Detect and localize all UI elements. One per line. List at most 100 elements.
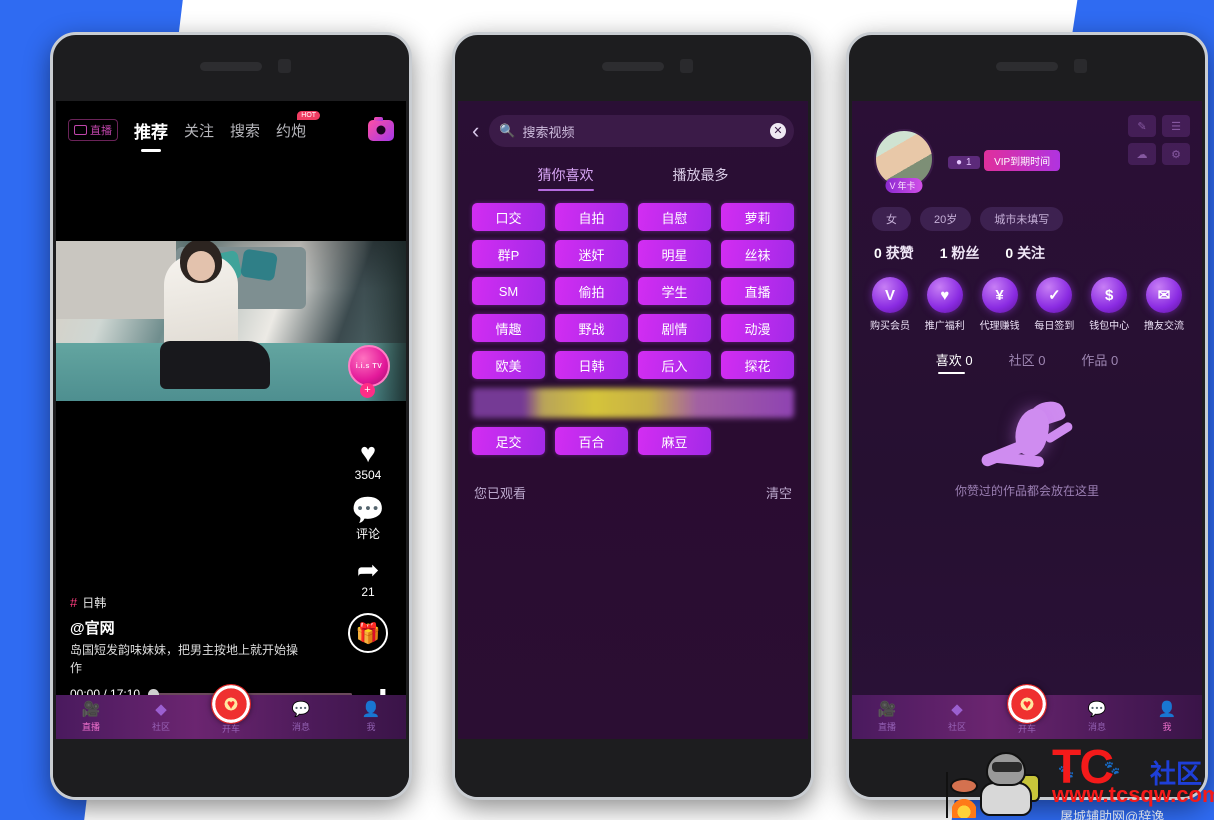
gift-icon: 🎁: [348, 613, 388, 653]
poker-chip-icon[interactable]: ♥: [1007, 683, 1047, 724]
tag-chip[interactable]: 日韩: [555, 351, 628, 379]
stat-fans-value: 1: [939, 245, 948, 261]
tag-chip[interactable]: 迷奸: [555, 240, 628, 268]
diamond-icon: ◆: [155, 700, 167, 718]
like-button[interactable]: ♥ 3504: [338, 439, 398, 482]
search-input[interactable]: 🔍 搜索视频 ✕: [489, 115, 794, 147]
action-wallet-center[interactable]: $ 钱包中心: [1083, 277, 1135, 332]
tab-likes[interactable]: 喜欢 0: [936, 350, 973, 374]
tag-chip[interactable]: 丝袜: [721, 240, 794, 268]
action-promo-benefits[interactable]: ♥ 推广福利: [919, 277, 971, 332]
action-agent-earn-label: 代理赚钱: [979, 321, 1020, 332]
pubg-mascot-icon: [944, 748, 1052, 820]
stat-likes[interactable]: 0 获赞: [874, 243, 914, 263]
tab-most-played[interactable]: 播放最多: [673, 165, 729, 191]
stat-following[interactable]: 0 关注: [1005, 243, 1045, 263]
profile-icon-1[interactable]: ✎: [1128, 115, 1156, 137]
chip-gender[interactable]: 女: [872, 207, 911, 231]
video-scene-person-face: [187, 251, 215, 281]
vip-expiry-badge[interactable]: VIP到期时间: [984, 150, 1061, 171]
clear-history-button[interactable]: 清空: [766, 483, 792, 502]
money-bag-icon: $: [1091, 277, 1128, 313]
tabbar-item-me[interactable]: 👤 我: [336, 701, 406, 733]
tab-community[interactable]: 社区 0: [1009, 350, 1046, 374]
avatar[interactable]: i.i.s TV: [348, 345, 390, 387]
tabbar-label-me: 我: [366, 721, 376, 732]
action-agent-earn[interactable]: ¥ 代理赚钱: [974, 277, 1026, 332]
phone2-bezel-bottom: [455, 739, 811, 797]
avatar[interactable]: V 年卡: [874, 129, 934, 193]
gift-button[interactable]: 🎁: [338, 613, 398, 653]
tag-chip[interactable]: 口交: [472, 203, 545, 231]
tag-chip[interactable]: 野战: [555, 314, 628, 342]
tabbar-item-drive[interactable]: ♥ 开车: [196, 683, 266, 735]
phone1-screen: 直播 推荐 关注 搜索 约炮 HOT i.i.s TV + ♥ 3504 💬 评…: [56, 101, 406, 739]
speaker-grille-icon: [996, 62, 1058, 71]
speaker-grille-icon: [602, 62, 664, 71]
search-icon: 🔍: [499, 123, 516, 138]
phone3-screen: ✎ ☰ ☁ ⚙ V 年卡 ● 1 VIP到期时间 女 20岁 城市未填写 0 获…: [852, 101, 1202, 739]
stat-fans[interactable]: 1 粉丝: [940, 243, 980, 263]
tabbar-item-community[interactable]: ◆ 社区: [126, 700, 196, 733]
tag-chip[interactable]: 剧情: [638, 314, 711, 342]
campfire-stick: [946, 772, 948, 818]
action-friend-chat-label: 撸友交流: [1143, 321, 1184, 332]
profile-content-tabs: 喜欢 0 社区 0 作品 0: [852, 332, 1202, 374]
tag-chip[interactable]: 学生: [638, 277, 711, 305]
tag-chip[interactable]: 后入: [638, 351, 711, 379]
tag-chip[interactable]: 明星: [638, 240, 711, 268]
action-friend-chat[interactable]: ✉ 撸友交流: [1138, 277, 1190, 332]
tag-chip[interactable]: 动漫: [721, 314, 794, 342]
tag-chip[interactable]: 群P: [472, 240, 545, 268]
follow-button[interactable]: +: [360, 383, 375, 398]
stat-likes-value: 0: [874, 245, 882, 261]
feed-tab-recommend[interactable]: 推荐: [134, 118, 168, 143]
feed-tab-follow[interactable]: 关注: [184, 120, 214, 141]
profile-icon-2[interactable]: ☰: [1162, 115, 1190, 137]
tabbar-item-live[interactable]: 🎥 直播: [852, 701, 922, 733]
feed-tab-hookup[interactable]: 约炮 HOT: [276, 110, 321, 141]
camera-icon[interactable]: [368, 116, 394, 141]
poker-chip-icon[interactable]: ♥: [211, 683, 251, 724]
live-badge[interactable]: 直播: [68, 119, 118, 141]
profile-icon-4[interactable]: ⚙: [1162, 143, 1190, 165]
action-buy-membership[interactable]: V 购买会员: [864, 277, 916, 332]
chip-city[interactable]: 城市未填写: [980, 207, 1064, 231]
comment-label: 评论: [355, 527, 380, 541]
tag-chip[interactable]: 萝莉: [721, 203, 794, 231]
profile-icon-3[interactable]: ☁: [1128, 143, 1156, 165]
action-promo-benefits-label: 推广福利: [924, 321, 965, 332]
feed-tab-search[interactable]: 搜索: [230, 120, 260, 141]
tag-chip[interactable]: 足交: [472, 427, 545, 455]
tag-chip[interactable]: 麻豆: [638, 427, 711, 455]
video-player[interactable]: [56, 159, 406, 477]
tag-chip[interactable]: 偷拍: [555, 277, 628, 305]
share-button[interactable]: ➦ 21: [338, 556, 398, 599]
tag-chip[interactable]: 欧美: [472, 351, 545, 379]
clear-circle-icon[interactable]: ✕: [770, 123, 786, 139]
tag-chip[interactable]: 探花: [721, 351, 794, 379]
video-tag[interactable]: # 日韩: [70, 594, 300, 611]
tag-chip[interactable]: 百合: [555, 427, 628, 455]
video-author[interactable]: @官网: [70, 617, 300, 638]
chevron-left-icon[interactable]: ‹: [472, 120, 479, 142]
search-input-value: 搜索视频: [522, 124, 575, 140]
watermark-subtitle: 屠城辅助网@辞逸: [1060, 809, 1165, 820]
tabbar-label-community: 社区: [151, 721, 170, 732]
chip-age[interactable]: 20岁: [920, 207, 972, 231]
tag-chip[interactable]: 自拍: [555, 203, 628, 231]
tabbar-item-live[interactable]: 🎥 直播: [56, 701, 126, 733]
vip-check-icon: V: [889, 180, 896, 191]
tab-guess-you-like[interactable]: 猜你喜欢: [537, 165, 594, 191]
video-scene-cushion-b: [240, 248, 278, 282]
video-scene-person-legs: [160, 341, 270, 389]
tab-works[interactable]: 作品 0: [1081, 350, 1118, 374]
tag-chip[interactable]: SM: [472, 277, 545, 305]
tag-chip[interactable]: 直播: [721, 277, 794, 305]
action-daily-checkin[interactable]: ✓ 每日签到: [1028, 277, 1080, 332]
tag-chip[interactable]: 情趣: [472, 314, 545, 342]
comment-button[interactable]: 💬 评论: [338, 496, 398, 542]
tabbar-item-message[interactable]: 💬 消息: [266, 701, 336, 733]
phone1-bezel-bottom: [53, 739, 409, 797]
tag-chip[interactable]: 自慰: [638, 203, 711, 231]
